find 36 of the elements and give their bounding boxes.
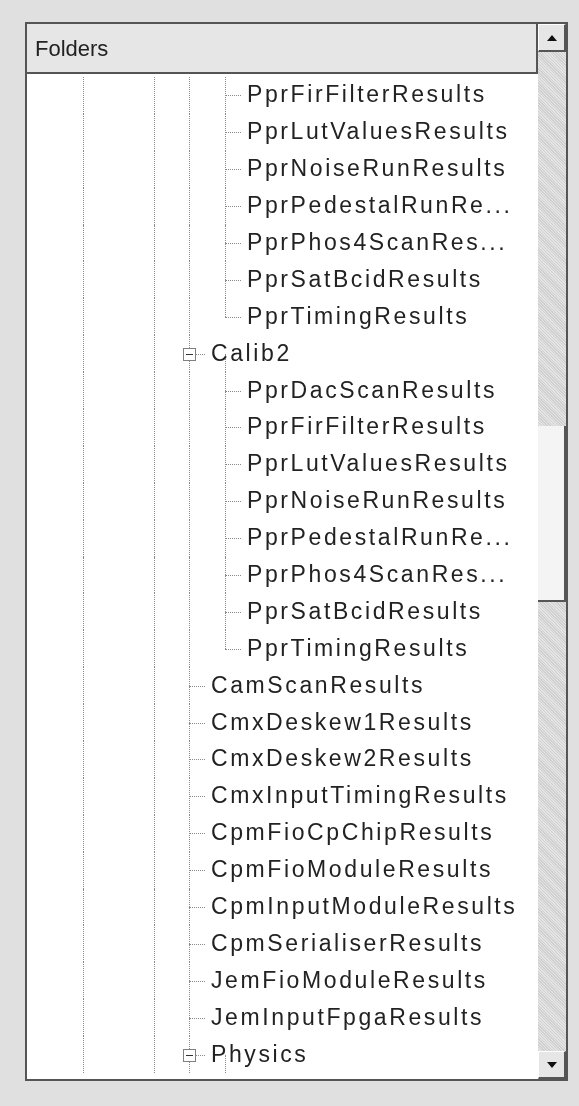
tree-item[interactable]: PprNoiseRunResults [247,157,508,181]
tree-item[interactable]: CpmInputModuleResults [211,895,518,919]
tree-item[interactable]: PprLutValuesResults [247,452,510,476]
tree-item[interactable]: PprPhos4ScanRes... [247,563,508,586]
tree-item[interactable]: PprFirFilterResults [247,415,487,439]
scroll-down-button[interactable] [538,1051,566,1079]
tree-item[interactable]: CmxDeskew1Results [211,710,474,734]
collapse-icon[interactable] [183,347,196,361]
tree-item[interactable]: CpmFioCpChipResults [211,821,495,845]
tree-item[interactable]: JemFioModuleResults [211,968,488,992]
tree-item[interactable]: PprSatBcidResults [247,599,483,623]
tree-item[interactable]: PprTimingResults [247,304,470,328]
tree-item[interactable]: PprTimingResults [247,636,470,660]
tree-item[interactable]: CpmSerialiserResults [211,931,485,955]
tree-item[interactable]: PprDacScanResults [247,378,497,402]
tree-item[interactable]: PprFirFilterResults [247,83,487,107]
tree-item[interactable]: CamScanResults [211,673,426,697]
tree-item[interactable]: PprPhos4ScanRes... [247,231,508,254]
scroll-up-button[interactable] [538,24,566,52]
tree-item[interactable]: PprSatBcidResults [247,267,483,291]
tree-item[interactable]: JemInputFpgaResults [211,1005,485,1029]
tree-item[interactable]: PprPedestalRunRe... [247,526,513,550]
collapse-icon[interactable] [183,1048,196,1062]
tree-item[interactable]: Calib2 [211,341,292,365]
up-arrow-icon [546,34,557,41]
column-header[interactable]: Folders [27,24,538,74]
tree-item[interactable]: CmxDeskew2Results [211,747,474,771]
scrollbar[interactable] [538,24,566,1079]
scroll-thumb[interactable] [538,426,566,602]
tree-item[interactable]: PprNoiseRunResults [247,489,508,513]
tree-item[interactable]: PprLutValuesResults [247,120,510,144]
tree-item[interactable]: CpmFioModuleResults [211,858,494,882]
down-arrow-icon [546,1061,557,1068]
tree-item[interactable]: Physics [211,1042,309,1066]
tree-item[interactable]: CmxInputTimingResults [211,784,509,808]
tree-item[interactable]: PprPedestalRunRe... [247,194,513,218]
